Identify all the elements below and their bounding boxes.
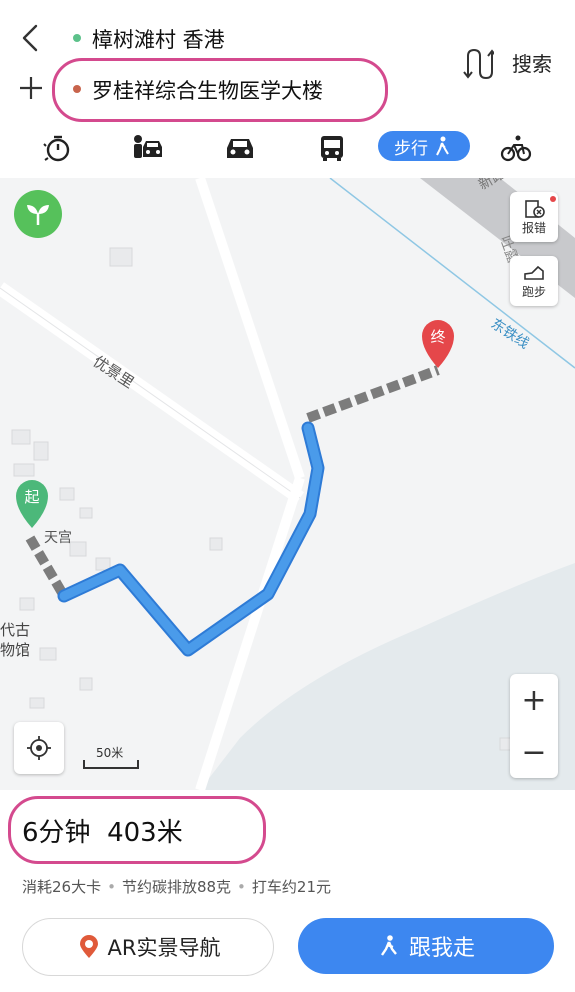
dashed-connector-start: [25, 535, 69, 599]
report-icon: [525, 199, 545, 218]
origin-dot: [73, 34, 81, 42]
plus-icon: [20, 77, 42, 99]
road-edge: [0, 287, 301, 499]
mode-timer[interactable]: [30, 126, 86, 170]
map-canvas: 起 终 优景里 天宫 东铁线 新路 吐露: [0, 178, 575, 790]
poi-label: 天宫: [44, 530, 72, 546]
mode-car[interactable]: [212, 126, 268, 170]
report-label: 报错: [521, 220, 546, 235]
mode-bike[interactable]: [488, 126, 544, 170]
dashed-connector-end: [306, 365, 440, 423]
calories-stat: 消耗26大卡: [22, 878, 102, 896]
walk-icon: [436, 136, 449, 156]
notification-dot: [550, 196, 556, 202]
bike-icon: [500, 135, 532, 162]
end-pin[interactable]: 终: [422, 320, 454, 368]
start-pin[interactable]: 起: [16, 480, 48, 528]
locate-button[interactable]: [14, 722, 64, 774]
swap-route-icon: [463, 48, 497, 80]
end-pin-label: 终: [430, 328, 445, 346]
ar-navigation-label: AR实景导航: [107, 936, 221, 960]
search-button[interactable]: 搜索: [512, 48, 552, 77]
carbon-stat: 节约碳排放88克: [121, 878, 232, 896]
running-shoe-icon: [524, 265, 544, 280]
back-button[interactable]: [14, 20, 48, 56]
mode-walk[interactable]: 步行: [378, 131, 470, 161]
railway-label: 东铁线: [488, 316, 532, 352]
add-waypoint-button[interactable]: [14, 70, 48, 106]
ar-navigation-button[interactable]: AR实景导航: [22, 918, 274, 976]
mode-walk-label: 步行: [394, 138, 428, 159]
running-label: 跑步: [521, 284, 546, 299]
map-view[interactable]: 起 终 优景里 天宫 东铁线 新路 吐露 代古 物馆: [0, 178, 575, 790]
sprout-icon: [27, 205, 49, 225]
zoom-in-button[interactable]: +: [510, 674, 558, 726]
start-pin-label: 起: [24, 488, 39, 506]
walk-icon: [380, 935, 397, 956]
app-logo[interactable]: [14, 190, 62, 238]
running-button[interactable]: 跑步: [510, 256, 558, 306]
taxi-icon: [134, 135, 162, 158]
back-chevron-icon: [22, 24, 38, 52]
taxi-stat: 打车约21元: [251, 878, 331, 896]
route-summary: 6分钟 403米: [22, 818, 183, 848]
destination-field[interactable]: 罗桂祥综合生物医学大楼: [92, 75, 323, 105]
scale-bar: [83, 760, 139, 769]
zoom-control: + −: [510, 674, 558, 778]
swap-route-button[interactable]: [458, 44, 497, 84]
car-icon: [227, 139, 253, 158]
follow-me-label: 跟我走: [408, 936, 475, 961]
origin-field[interactable]: 樟树滩村 香港: [92, 24, 225, 54]
mode-bus[interactable]: [304, 126, 360, 170]
ar-pin-icon: [79, 935, 98, 958]
route-stats: 消耗26大卡 • 节约碳排放88克 • 打车约21元: [22, 878, 331, 896]
destination-dot: [73, 85, 81, 93]
museum-label: 代古 物馆: [0, 621, 31, 659]
mode-taxi[interactable]: [120, 126, 176, 170]
bus-icon: [321, 136, 343, 161]
zoom-out-button[interactable]: −: [510, 726, 558, 778]
follow-me-button[interactable]: 跟我走: [298, 918, 554, 974]
street-label: 优景里: [90, 352, 138, 392]
timer-icon: [43, 135, 70, 162]
locate-icon: [27, 736, 51, 760]
